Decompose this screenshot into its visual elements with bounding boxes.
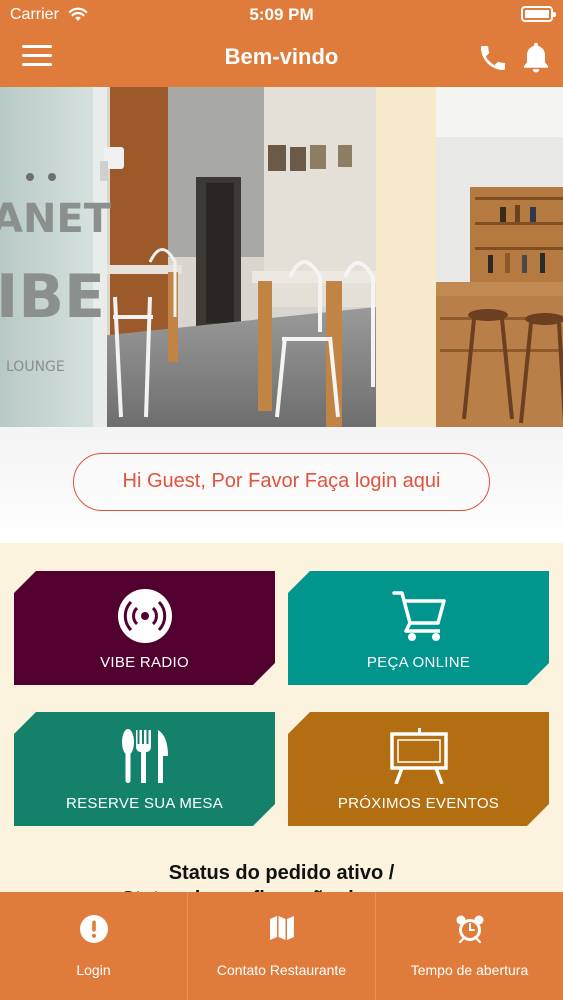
cutlery-icon — [120, 728, 170, 784]
top-bar: Carrier 5:09 PM Bem-vindo — [0, 0, 563, 87]
sign-text-line2: IBE — [0, 262, 105, 332]
tile-label: RESERVE SUA MESA — [65, 795, 224, 812]
cart-icon — [390, 587, 448, 643]
battery-icon — [521, 6, 556, 22]
status-time: 5:09 PM — [249, 5, 314, 24]
bell-icon[interactable] — [519, 40, 553, 76]
hero-section: ANET IBE LOUNGE Hi Guest, Por Favor Faça… — [0, 87, 563, 543]
sign-text-line3: LOUNGE — [6, 359, 65, 375]
tab-opening-hours[interactable]: Tempo de abertura — [375, 892, 563, 1000]
easel-icon — [388, 728, 450, 784]
tab-contact-restaurant[interactable]: Contato Restaurante — [187, 892, 375, 1000]
tile-label: VIBE RADIO — [100, 654, 189, 671]
tile-label: PRÓXIMOS EVENTOS — [337, 795, 500, 812]
tab-label: Tempo de abertura — [410, 962, 529, 978]
order-online-tile[interactable]: PEÇA ONLINE — [288, 571, 549, 685]
phone-icon[interactable] — [477, 42, 509, 74]
sign-text-line1: ANET — [0, 196, 112, 242]
upcoming-events-tile[interactable]: PRÓXIMOS EVENTOS — [288, 712, 549, 826]
alert-circle-icon — [79, 915, 108, 943]
tab-label: Login — [76, 962, 111, 978]
tab-login[interactable]: Login — [0, 892, 187, 1000]
status-bar: Carrier 5:09 PM — [0, 0, 563, 30]
restaurant-photo: ANET IBE LOUNGE — [0, 87, 563, 427]
tab-label: Contato Restaurante — [216, 962, 347, 978]
radio-icon — [116, 587, 174, 645]
tile-label: PEÇA ONLINE — [366, 654, 471, 671]
alarm-clock-icon — [456, 915, 483, 944]
nav-bar: Bem-vindo — [0, 30, 563, 87]
reserve-table-tile[interactable]: RESERVE SUA MESA — [14, 712, 275, 826]
order-status-line1: Status do pedido ativo / — [168, 862, 395, 884]
vibe-radio-tile[interactable]: VIBE RADIO — [14, 571, 275, 685]
login-banner-button[interactable]: Hi Guest, Por Favor Faça login aqui — [73, 453, 490, 511]
map-icon — [269, 916, 294, 940]
bottom-tab-bar: Login Contato Restaurante Tempo de abert… — [0, 892, 563, 1000]
